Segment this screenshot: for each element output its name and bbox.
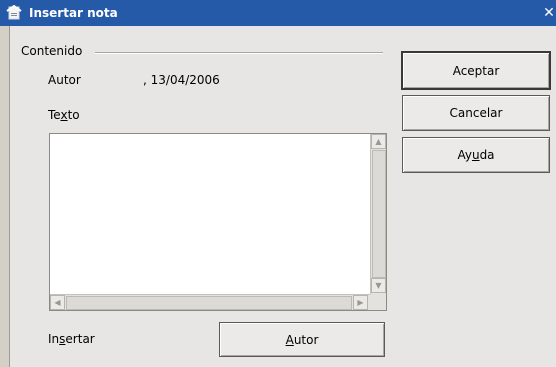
insert-autor-button-label: Autor [285,332,319,347]
insert-autor-button[interactable]: Autor [219,322,385,357]
cancelar-button[interactable]: Cancelar [402,95,550,131]
aceptar-button-label: Aceptar [452,63,500,78]
scroll-left-arrow-icon[interactable]: ◀ [50,295,65,310]
document-note-icon [6,5,22,20]
vertical-scrollbar[interactable]: ▲ ▼ [370,134,386,294]
scroll-right-arrow-icon[interactable]: ▶ [353,295,368,310]
title-bar[interactable]: Insertar nota ✕ [0,0,556,26]
texto-textarea[interactable]: ▲ ▼ ◀ ▶ [49,133,387,311]
window-title: Insertar nota [29,6,118,20]
autor-value: , 13/04/2006 [143,73,220,87]
horizontal-scroll-thumb[interactable] [66,296,352,310]
scroll-up-arrow-icon[interactable]: ▲ [371,134,386,149]
autor-label: Autor [48,73,81,87]
horizontal-scrollbar[interactable]: ◀ ▶ [50,294,370,310]
scroll-down-arrow-icon[interactable]: ▼ [371,278,386,293]
scroll-corner [370,294,386,310]
texto-label: Texto [48,108,80,122]
cancelar-button-label: Cancelar [449,106,503,120]
group-label-contenido: Contenido [21,43,87,59]
aceptar-button[interactable]: Aceptar [401,51,551,90]
vertical-scroll-thumb[interactable] [372,150,386,278]
insertar-label: Insertar [48,332,95,346]
close-icon[interactable]: ✕ [542,3,556,23]
group-separator [95,52,383,54]
ayuda-button[interactable]: Ayuda [402,137,550,173]
ayuda-button-label: Ayuda [457,148,495,162]
